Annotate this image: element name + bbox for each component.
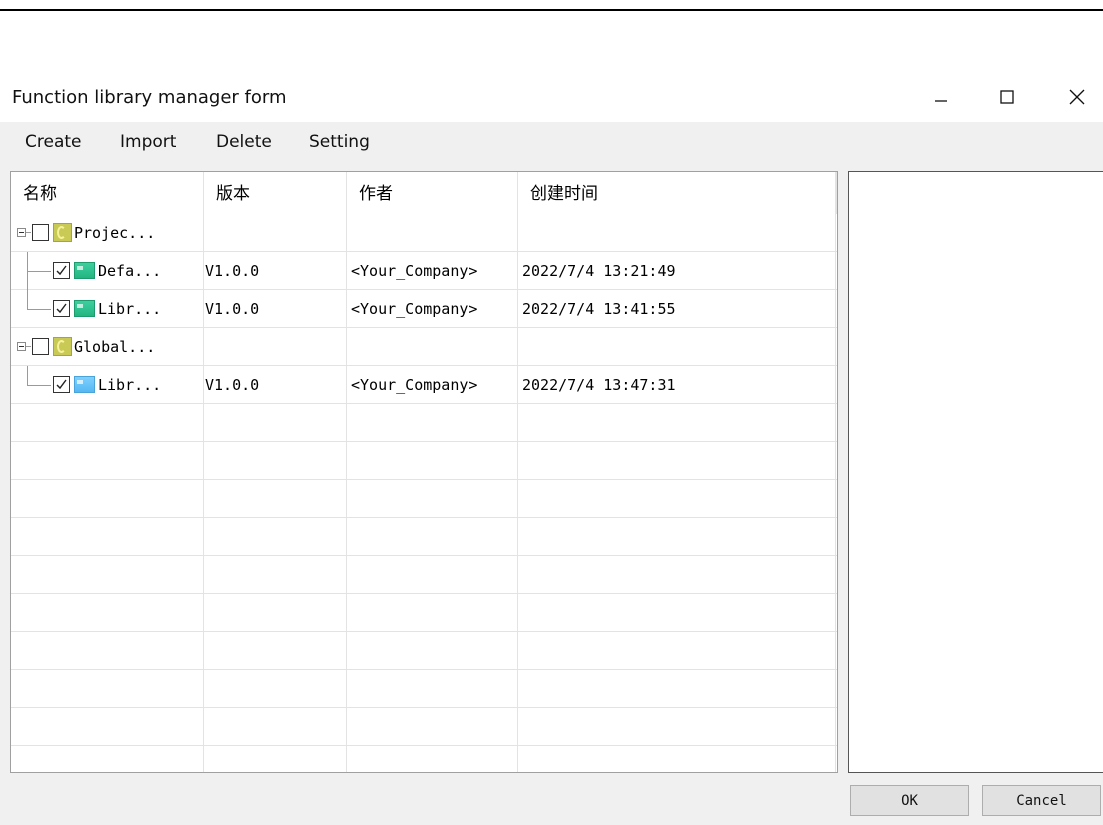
created-cell: 2022/7/4 13:47:31 — [522, 376, 676, 394]
created-cell: 2022/7/4 13:21:49 — [522, 262, 676, 280]
maximize-icon — [1000, 90, 1014, 104]
node-label: Libr... — [98, 376, 162, 394]
checkmark-icon — [56, 379, 67, 390]
author-cell: <Your_Company> — [351, 300, 478, 318]
maximize-button[interactable] — [984, 80, 1030, 114]
empty-row — [11, 746, 837, 772]
top-border-line — [0, 9, 1103, 11]
version-cell: V1.0.0 — [205, 262, 260, 280]
checkbox[interactable] — [32, 224, 49, 241]
close-icon — [1069, 89, 1085, 105]
column-header-name[interactable]: 名称 — [11, 172, 204, 214]
library-icon — [74, 262, 95, 279]
window-title: Function library manager form — [12, 87, 287, 108]
collapse-toggle-icon[interactable] — [17, 342, 26, 351]
table-row[interactable]: Libr... V1.0.0 <Your_Company> 2022/7/4 13:4… — [11, 290, 837, 328]
empty-row — [11, 708, 837, 746]
empty-row — [11, 518, 837, 556]
menu-delete[interactable]: Delete — [216, 132, 272, 152]
menu-create[interactable]: Create — [25, 132, 82, 152]
node-label: Libr... — [98, 300, 162, 318]
detail-panel — [848, 171, 1103, 773]
cancel-button[interactable]: Cancel — [982, 785, 1101, 816]
table-row[interactable]: Defa... V1.0.0 <Your_Company> 2022/7/4 13:2… — [11, 252, 837, 290]
node-label: Defa... — [98, 262, 162, 280]
author-cell: <Your_Company> — [351, 376, 478, 394]
checkmark-icon — [56, 303, 67, 314]
checkbox[interactable] — [53, 376, 70, 393]
folder-icon — [53, 337, 72, 356]
column-header-version[interactable]: 版本 — [204, 172, 347, 214]
ok-button[interactable]: OK — [850, 785, 969, 816]
minimize-icon — [935, 100, 947, 102]
empty-row — [11, 404, 837, 442]
empty-row — [11, 670, 837, 708]
tree-connector — [27, 271, 51, 272]
checkmark-icon — [56, 265, 67, 276]
column-header-author[interactable]: 作者 — [347, 172, 518, 214]
tree-connector — [27, 309, 51, 310]
name-cell: Global... — [11, 328, 203, 365]
menu-import[interactable]: Import — [120, 132, 176, 152]
name-cell: Defa... — [11, 252, 203, 290]
name-cell: Libr... — [11, 290, 203, 327]
tree-connector — [27, 290, 28, 309]
version-cell: V1.0.0 — [205, 376, 260, 394]
created-cell: 2022/7/4 13:41:55 — [522, 300, 676, 318]
empty-row — [11, 442, 837, 480]
node-label: Projec... — [74, 224, 156, 242]
table-row[interactable]: Libr... V1.0.0 <Your_Company> 2022/7/4 13:4… — [11, 366, 837, 404]
menu-setting[interactable]: Setting — [309, 132, 370, 152]
library-icon — [74, 300, 95, 317]
library-table[interactable]: 名称 版本 作者 创建时间 Projec... Defa... V1.0.0 <You… — [10, 171, 838, 773]
library-icon — [74, 376, 95, 393]
tree-group-row[interactable]: Global... — [11, 328, 837, 366]
node-label: Global... — [74, 338, 156, 356]
empty-row — [11, 480, 837, 518]
column-header-created[interactable]: 创建时间 — [518, 172, 837, 214]
menu-bar: Create Import Delete Setting — [0, 122, 1103, 164]
minimize-button[interactable] — [918, 80, 964, 114]
tree-group-row[interactable]: Projec... — [11, 214, 837, 252]
title-bar: Function library manager form — [0, 72, 1103, 122]
folder-icon — [53, 223, 72, 242]
empty-row — [11, 556, 837, 594]
close-button[interactable] — [1054, 80, 1100, 114]
checkbox[interactable] — [53, 300, 70, 317]
empty-row — [11, 594, 837, 632]
author-cell: <Your_Company> — [351, 262, 478, 280]
tree-connector — [26, 232, 31, 233]
tree-connector — [27, 385, 51, 386]
empty-row — [11, 632, 837, 670]
checkbox[interactable] — [53, 262, 70, 279]
tree-connector — [26, 346, 31, 347]
tree-connector — [27, 366, 28, 385]
version-cell: V1.0.0 — [205, 300, 260, 318]
name-cell: Libr... — [11, 366, 203, 403]
name-cell: Projec... — [11, 214, 203, 251]
collapse-toggle-icon[interactable] — [17, 228, 26, 237]
checkbox[interactable] — [32, 338, 49, 355]
